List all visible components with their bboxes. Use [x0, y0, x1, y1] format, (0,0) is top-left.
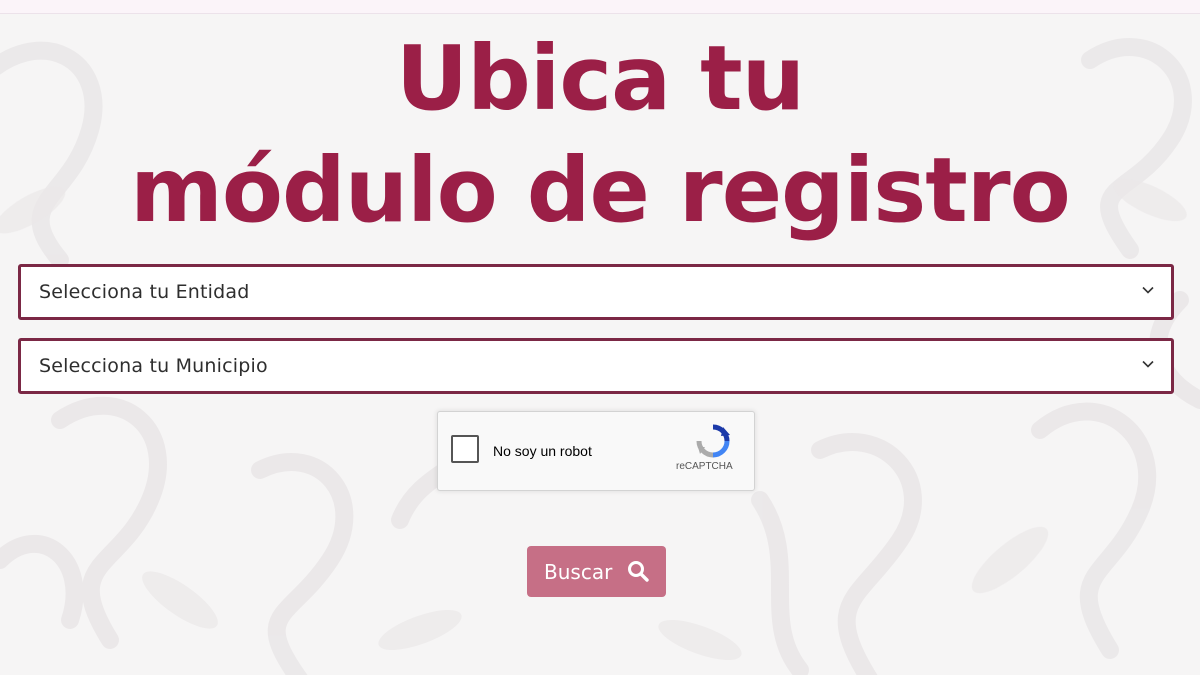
recaptcha-widget: No soy un robot reCAPTCHA: [437, 411, 755, 491]
page-title-line2: módulo de registro: [130, 138, 1071, 242]
recaptcha-checkbox[interactable]: [451, 435, 479, 463]
recaptcha-brand: reCAPTCHA: [676, 461, 733, 472]
recaptcha-label: No soy un robot: [493, 443, 592, 459]
chevron-down-icon: [1142, 286, 1154, 294]
recaptcha-logo-icon: [696, 424, 730, 458]
search-button-label: Buscar: [544, 560, 613, 584]
municipio-select-value: Selecciona tu Municipio: [39, 355, 268, 377]
top-bar: [0, 0, 1200, 14]
entidad-select-value: Selecciona tu Entidad: [39, 281, 250, 303]
search-icon: [628, 561, 649, 582]
page-title: Ubica tu módulo de registro: [0, 22, 1200, 246]
municipio-select[interactable]: Selecciona tu Municipio: [18, 338, 1174, 394]
chevron-down-icon: [1142, 360, 1154, 368]
entidad-select[interactable]: Selecciona tu Entidad: [18, 264, 1174, 320]
page-title-line1: Ubica tu: [395, 26, 805, 130]
search-button[interactable]: Buscar: [527, 546, 666, 597]
